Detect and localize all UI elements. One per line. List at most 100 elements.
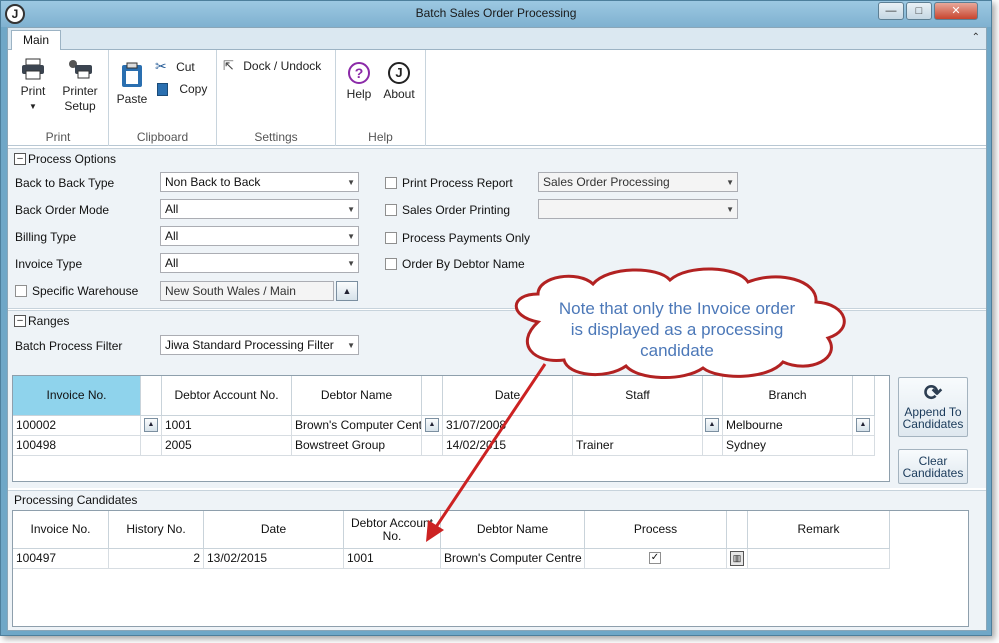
- warehouse-lookup-button[interactable]: ▲: [336, 281, 358, 301]
- specific-warehouse-checkbox[interactable]: [15, 285, 27, 297]
- sales-order-printing-checkbox[interactable]: [385, 204, 397, 216]
- back-order-mode-label: Back Order Mode: [15, 203, 110, 217]
- cell-branch[interactable]: Melbourne: [723, 416, 853, 436]
- cell-lookup: ▲: [703, 416, 723, 436]
- cell-invoice[interactable]: 100498: [13, 436, 141, 456]
- cell-branch[interactable]: Sydney: [723, 436, 853, 456]
- dropdown-arrow-icon: ▼: [347, 205, 355, 214]
- maximize-button[interactable]: □: [906, 2, 932, 20]
- back-to-back-type-label: Back to Back Type: [15, 176, 115, 190]
- cell-remark[interactable]: [748, 549, 890, 569]
- cut-button[interactable]: ✂ Cut: [155, 58, 195, 75]
- paste-icon: [122, 62, 142, 87]
- cell-empty: [141, 436, 162, 456]
- title-bar: J Batch Sales Order Processing — □ ✕: [1, 1, 991, 27]
- cell-debtor-name[interactable]: Brown's Computer Centre: [292, 416, 422, 436]
- col-header-invoice[interactable]: Invoice No.: [13, 376, 141, 416]
- cell-empty: [703, 436, 723, 456]
- billing-type-value: All: [165, 229, 179, 243]
- paste-button[interactable]: Paste: [115, 62, 149, 107]
- back-to-back-type-select[interactable]: Non Back to Back ▼: [160, 172, 359, 192]
- invoice-type-value: All: [165, 256, 179, 270]
- print-process-report-select[interactable]: Sales Order Processing ▼: [538, 172, 738, 192]
- back-order-mode-select[interactable]: All ▼: [160, 199, 359, 219]
- process-payments-only-checkbox[interactable]: [385, 232, 397, 244]
- col-header-branch[interactable]: Branch: [723, 376, 853, 416]
- lookup-button[interactable]: ▲: [856, 418, 870, 432]
- cell-empty: [853, 436, 875, 456]
- lookup-button[interactable]: ▲: [705, 418, 719, 432]
- process-payments-only-label: Process Payments Only: [402, 231, 531, 245]
- invoice-type-select[interactable]: All ▼: [160, 253, 359, 273]
- help-label: Help: [346, 87, 372, 101]
- clipboard-group-label: Clipboard: [136, 130, 189, 144]
- print-process-report-checkbox[interactable]: [385, 177, 397, 189]
- col-header-date[interactable]: Date: [204, 511, 344, 549]
- cell-debtor-name[interactable]: Brown's Computer Centre: [441, 549, 585, 569]
- col-header-process[interactable]: Process: [585, 511, 727, 549]
- cell-invoice[interactable]: 100497: [13, 549, 109, 569]
- cell-debtor-account[interactable]: 1001: [344, 549, 441, 569]
- lookup-button[interactable]: ▲: [144, 418, 158, 432]
- col-header-remark[interactable]: Remark: [748, 511, 890, 549]
- col-header-history[interactable]: History No.: [109, 511, 204, 549]
- clear-label-2: Candidates: [902, 466, 964, 480]
- col-header-spacer: [141, 376, 162, 416]
- sales-order-printing-select[interactable]: ▼: [538, 199, 738, 219]
- dropdown-arrow-icon: ▼: [347, 232, 355, 241]
- clear-candidates-button[interactable]: Clear Candidates: [898, 449, 968, 484]
- printer-setup-label-2: Setup: [64, 99, 96, 113]
- about-button[interactable]: J About: [380, 62, 418, 102]
- batch-process-filter-select[interactable]: Jiwa Standard Processing Filter ▼: [160, 335, 359, 355]
- dock-undock-button[interactable]: ⇱ Dock / Undock: [223, 58, 321, 74]
- cell-history[interactable]: 2: [109, 549, 204, 569]
- append-to-candidates-button[interactable]: ⟳ Append To Candidates: [898, 377, 968, 437]
- col-header-debtor-name[interactable]: Debtor Name: [292, 376, 422, 416]
- help-question-icon: ?: [348, 62, 370, 84]
- copy-button[interactable]: Copy: [157, 82, 207, 97]
- minimize-button[interactable]: —: [878, 2, 904, 20]
- close-button[interactable]: ✕: [934, 2, 978, 20]
- refresh-icon: ⟳: [923, 380, 943, 405]
- billing-type-select[interactable]: All ▼: [160, 226, 359, 246]
- cell-debtor-account[interactable]: 2005: [162, 436, 292, 456]
- help-button[interactable]: ? Help: [342, 62, 376, 102]
- printer-setup-button[interactable]: Printer Setup: [58, 58, 102, 114]
- cell-debtor-name[interactable]: Bowstreet Group: [292, 436, 422, 456]
- paste-label: Paste: [116, 92, 148, 106]
- cell-staff[interactable]: Trainer: [573, 436, 703, 456]
- batch-process-filter-label: Batch Process Filter: [15, 339, 123, 353]
- collapse-process-options-button[interactable]: –: [14, 153, 26, 165]
- cut-label: Cut: [176, 60, 195, 74]
- ribbon-group-clipboard: Paste ✂ Cut Copy Clipboard: [109, 50, 217, 146]
- collapse-ranges-button[interactable]: –: [14, 315, 26, 327]
- ribbon-tab-bar: Main ⌃: [8, 28, 986, 51]
- batch-process-filter-value: Jiwa Standard Processing Filter: [165, 338, 334, 352]
- dock-undock-label: Dock / Undock: [243, 59, 322, 73]
- cell-date[interactable]: 13/02/2015: [204, 549, 344, 569]
- process-checkbox[interactable]: ✓: [649, 552, 661, 564]
- append-label-2: Candidates: [902, 417, 964, 431]
- cell-staff[interactable]: [573, 416, 703, 436]
- cell-debtor-account[interactable]: 1001: [162, 416, 292, 436]
- dropdown-arrow-icon: ▼: [347, 178, 355, 187]
- col-header-spacer: [853, 376, 875, 416]
- collapse-ribbon-icon[interactable]: ⌃: [972, 32, 980, 43]
- col-header-spacer: [727, 511, 748, 549]
- chevron-down-icon: ▼: [29, 102, 37, 111]
- tab-main[interactable]: Main: [11, 30, 61, 51]
- printer-icon: [22, 58, 44, 80]
- cell-lookup: ▲: [141, 416, 162, 436]
- trash-icon[interactable]: ▥: [730, 551, 744, 566]
- cell-invoice[interactable]: 100002: [13, 416, 141, 436]
- print-button[interactable]: Print ▼: [13, 58, 53, 114]
- col-header-debtor-account[interactable]: Debtor Account No.: [162, 376, 292, 416]
- col-header-invoice[interactable]: Invoice No.: [13, 511, 109, 549]
- col-header-staff[interactable]: Staff: [573, 376, 703, 416]
- order-by-debtor-name-checkbox[interactable]: [385, 258, 397, 270]
- back-to-back-type-value: Non Back to Back: [165, 175, 261, 189]
- copy-icon: [157, 83, 168, 97]
- about-logo-icon: J: [388, 62, 410, 84]
- specific-warehouse-field[interactable]: New South Wales / Main: [160, 281, 334, 301]
- printer-setup-label-1: Printer: [62, 84, 98, 98]
